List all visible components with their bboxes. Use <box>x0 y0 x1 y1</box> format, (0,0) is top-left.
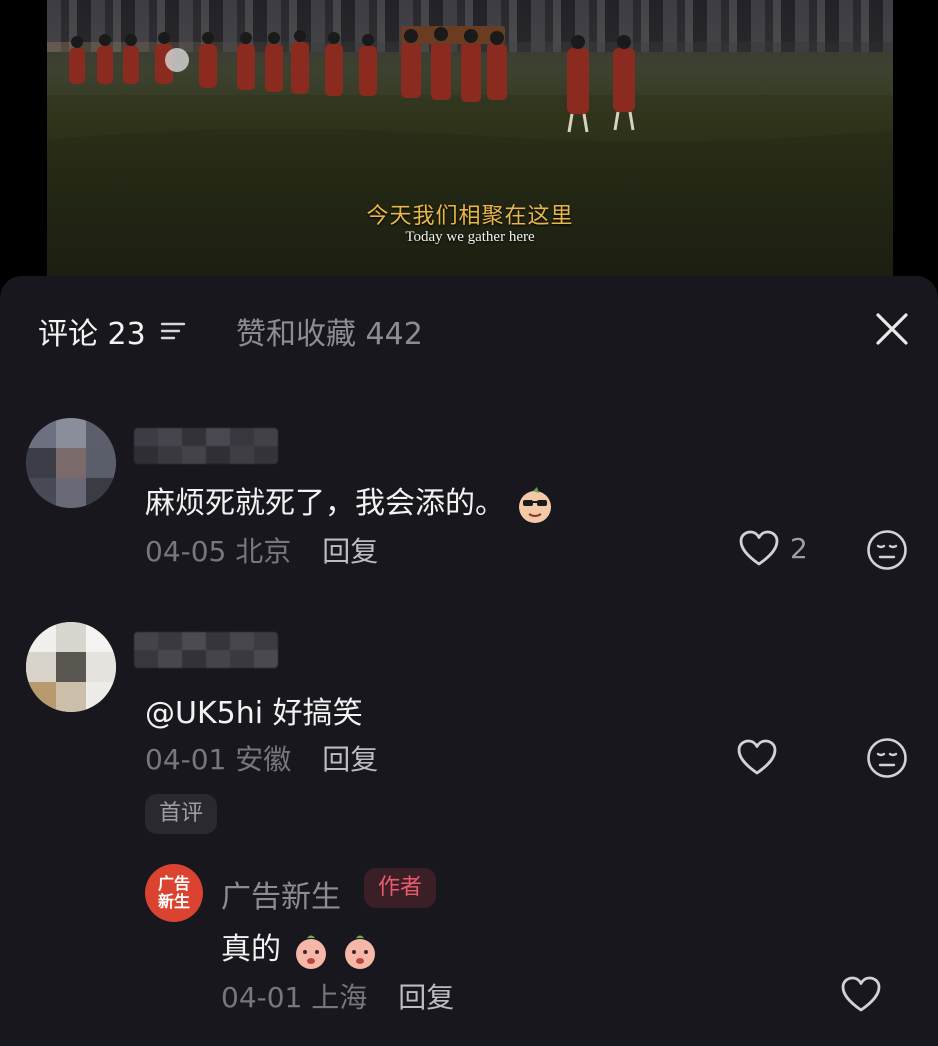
tab-comments[interactable]: 评论 23 <box>38 309 186 353</box>
peach-face-emoji <box>295 935 326 969</box>
comment-meta: 04-05 北京 回复 <box>145 530 378 570</box>
peach-face-emoji <box>345 935 376 969</box>
like-button[interactable] <box>840 975 882 1013</box>
sort-icon[interactable] <box>160 319 186 343</box>
like-button[interactable]: 2 <box>738 529 808 567</box>
author-badge: 作者 <box>364 868 437 908</box>
heart-icon <box>841 976 881 1012</box>
tab-likes-and-saves[interactable]: 赞和收藏 442 <box>236 309 423 353</box>
reply-location: 上海 <box>311 981 368 1014</box>
reply-button[interactable]: 回复 <box>398 981 454 1014</box>
tab-comments-label: 评论 23 <box>38 317 146 352</box>
video-scene-marchers <box>47 26 893 290</box>
avatar[interactable] <box>26 622 116 712</box>
comment-date: 04-01 <box>145 743 227 776</box>
comment-sheet: 评论 23 赞和收藏 442 麻烦死就死了，我会添的。 04-05 北京 回复 … <box>0 276 938 1046</box>
meh-face-icon[interactable] <box>866 737 908 779</box>
subtitle-english: Today we gather here <box>405 229 535 245</box>
sheet-header: 评论 23 赞和收藏 442 <box>0 276 938 386</box>
comment-location: 安徽 <box>235 743 292 776</box>
username-blurred[interactable] <box>134 428 278 464</box>
author-avatar[interactable]: 广告 新生 <box>145 864 203 922</box>
reply-meta: 04-01 上海 回复 <box>221 976 454 1016</box>
comment-meta: 04-01 安徽 回复 <box>145 738 378 778</box>
like-button[interactable] <box>736 738 778 776</box>
reply-date: 04-01 <box>221 981 303 1014</box>
reply-body: 真的 <box>221 932 281 967</box>
reply-text: 真的 <box>221 924 380 971</box>
reply-button[interactable]: 回复 <box>322 743 378 776</box>
avatar[interactable] <box>26 418 116 508</box>
heart-icon <box>737 739 777 775</box>
close-icon[interactable] <box>873 310 911 348</box>
comment-text: 麻烦死就死了，我会添的。 <box>145 478 555 525</box>
author-avatar-text-1: 广告 <box>157 874 190 893</box>
first-comment-badge: 首评 <box>145 794 218 834</box>
comment-location: 北京 <box>235 535 292 568</box>
meh-face-icon[interactable] <box>866 529 908 571</box>
video-frame[interactable]: 今天我们相聚在这里 Today we gather here <box>47 0 893 290</box>
comment-text: @UK5hi 好搞笑 <box>145 696 363 731</box>
reply-button[interactable]: 回复 <box>322 535 378 568</box>
video-player[interactable]: 今天我们相聚在这里 Today we gather here <box>0 0 938 290</box>
author-name[interactable]: 广告新生 <box>221 872 341 916</box>
comment-body: 麻烦死就死了，我会添的。 <box>145 486 505 521</box>
like-count: 2 <box>790 531 808 565</box>
comment-date: 04-05 <box>145 535 227 568</box>
heart-icon <box>739 530 779 566</box>
sunglasses-face-emoji <box>518 486 551 523</box>
username-blurred[interactable] <box>134 632 278 668</box>
author-avatar-text-2: 新生 <box>157 892 190 911</box>
subtitle-chinese: 今天我们相聚在这里 <box>366 204 574 229</box>
